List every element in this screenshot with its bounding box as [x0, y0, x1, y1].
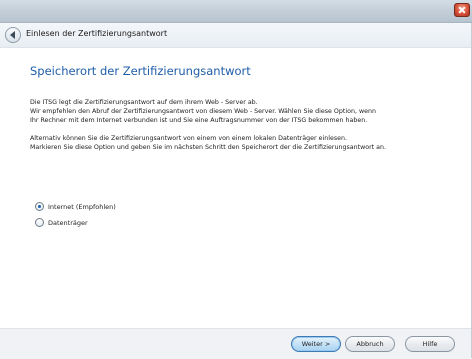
title-bar	[0, 0, 472, 23]
description-paragraph-1: Die ITSG legt die Zertifizierungsantwort…	[30, 98, 376, 125]
close-icon[interactable]	[454, 3, 470, 17]
back-arrow-icon[interactable]	[5, 27, 21, 43]
wizard-header: Einlesen der Zertifizierungsantwort	[0, 23, 471, 48]
paragraph-2-line-1: Alternativ können Sie die Zertifizierung…	[30, 135, 347, 142]
description-paragraph-2: Alternativ können Sie die Zertifizierung…	[30, 134, 386, 152]
wizard-title: Einlesen der Zertifizierungsantwort	[26, 29, 168, 38]
help-button[interactable]: Hilfe	[405, 336, 455, 352]
wizard-window: Einlesen der Zertifizierungsantwort Spei…	[0, 0, 472, 359]
cancel-button[interactable]: Abbruch	[345, 336, 395, 352]
internet-radio-label[interactable]: Internet (Empfohlen)	[48, 203, 116, 211]
paragraph-1-line-1: Die ITSG legt die Zertifizierungsantwort…	[30, 99, 258, 106]
next-button[interactable]: Weiter >	[291, 336, 341, 352]
page-heading: Speicherort der Zertifizierungsantwort	[30, 64, 251, 78]
internet-radio[interactable]	[35, 202, 44, 211]
paragraph-1-line-3: Ihr Rechner mit dem Internet verbunden i…	[30, 117, 368, 124]
datentraeger-radio[interactable]	[35, 218, 44, 227]
datentraeger-radio-label[interactable]: Datenträger	[48, 219, 88, 227]
paragraph-1-line-2: Wir empfehlen den Abruf der Zertifizieru…	[30, 108, 376, 115]
button-bar: Weiter > Abbruch Hilfe	[0, 328, 471, 359]
paragraph-2-line-2: Markieren Sie diese Option und geben Sie…	[30, 144, 386, 151]
